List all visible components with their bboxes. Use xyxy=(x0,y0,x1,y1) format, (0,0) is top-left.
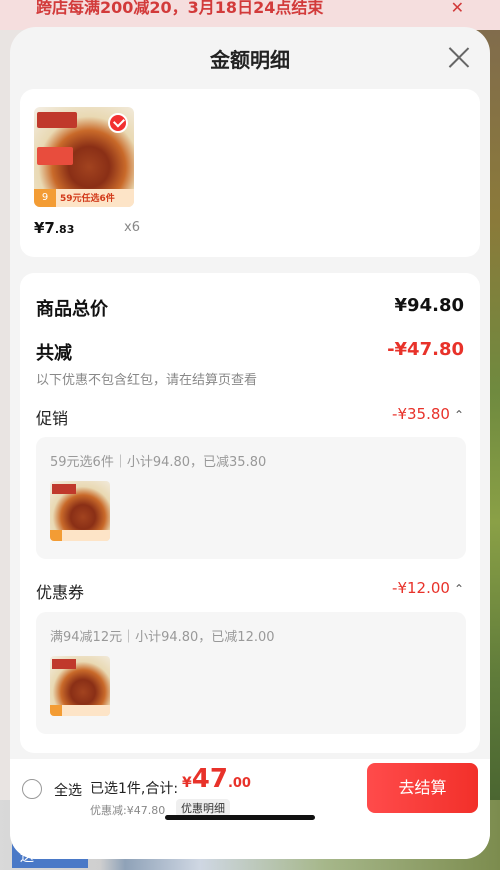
coupon-row[interactable]: 优惠券 -¥12.00 ⌃ xyxy=(36,579,464,603)
promotion-value: -¥35.80 ⌃ xyxy=(392,405,464,423)
coupon-amount: -¥12.00 xyxy=(392,579,450,597)
checkout-button[interactable]: 去结算 xyxy=(367,763,478,813)
product-thumbnail[interactable]: 9 59元任选6件 xyxy=(34,107,134,207)
thumb-strip xyxy=(50,705,110,716)
thumb-promo-strip: 9 59元任选6件 xyxy=(34,189,134,207)
total-price-value: ¥94.80 xyxy=(394,295,464,316)
coupon-label: 优惠券 xyxy=(36,583,85,602)
coupon-detail-box: 满94减12元｜小计94.80，已减12.00 xyxy=(36,612,466,734)
thumb-tag xyxy=(52,484,76,494)
thumb-badge xyxy=(50,705,62,716)
total-currency: ¥ xyxy=(182,775,192,791)
promo-banner: 跨店每满200减20，3月18日24点结束 ✕ xyxy=(0,0,500,30)
amount-detail-sheet: 金额明细 9 59元任选6件 ¥7.83 x6 商品总价 ¥94.80 共减 -… xyxy=(10,27,490,859)
banner-close-icon: ✕ xyxy=(450,0,464,17)
sheet-header: 金额明细 xyxy=(10,27,490,87)
coupon-product-thumbnail xyxy=(50,656,110,716)
close-icon[interactable] xyxy=(448,46,470,68)
product-quantity: x6 xyxy=(124,220,140,235)
selected-count: 已选1件,合计: xyxy=(90,781,179,797)
promotion-product-thumbnail xyxy=(50,481,110,541)
select-all-label[interactable]: 全选 xyxy=(54,780,82,800)
thumb-tag xyxy=(37,147,73,165)
promotion-row[interactable]: 促销 -¥35.80 ⌃ xyxy=(36,405,464,429)
reduction-value: -¥47.80 xyxy=(387,339,464,360)
selected-check-icon xyxy=(108,113,128,133)
sheet-title: 金额明细 xyxy=(210,48,290,72)
promotion-label: 促销 xyxy=(36,409,69,428)
thumb-badge: 9 xyxy=(34,189,56,207)
coupon-detail-text: 满94减12元｜小计94.80，已减12.00 xyxy=(50,630,275,645)
promotion-detail-text: 59元选6件｜小计94.80，已减35.80 xyxy=(50,455,267,470)
thumb-strip xyxy=(50,530,110,541)
thumb-badge xyxy=(50,530,62,541)
reduction-row: 共减 -¥47.80 xyxy=(36,339,464,365)
thumb-promo: 59元任选6件 xyxy=(60,194,115,204)
reduction-note: 以下优惠不包含红包，请在结算页查看 xyxy=(36,373,258,388)
select-all-radio[interactable] xyxy=(22,779,42,799)
discount-summary: 优惠减:¥47.80 xyxy=(90,804,166,817)
product-card: 9 59元任选6件 ¥7.83 x6 xyxy=(20,89,480,257)
promo-banner-text: 跨店每满200减20，3月18日24点结束 xyxy=(36,0,324,17)
total-decimal: .00 xyxy=(227,776,251,791)
price-detail-card: 商品总价 ¥94.80 共减 -¥47.80 以下优惠不包含红包，请在结算页查看… xyxy=(20,273,480,753)
product-price: ¥7.83 xyxy=(34,219,74,237)
reduction-label: 共减 xyxy=(36,343,72,364)
thumb-tag xyxy=(52,659,76,669)
total-amount: ¥47.00 xyxy=(182,764,251,794)
total-price-label: 商品总价 xyxy=(36,299,108,320)
price-main: ¥7 xyxy=(34,219,55,237)
promotion-detail-box: 59元选6件｜小计94.80，已减35.80 xyxy=(36,437,466,559)
home-indicator xyxy=(165,815,315,820)
chevron-up-icon: ⌃ xyxy=(453,582,464,596)
price-decimal: .83 xyxy=(54,223,75,236)
total-integer: 47 xyxy=(191,764,228,794)
coupon-value: -¥12.00 ⌃ xyxy=(392,579,464,597)
total-price-row: 商品总价 ¥94.80 xyxy=(36,295,464,321)
thumb-tag xyxy=(37,112,77,128)
promotion-amount: -¥35.80 xyxy=(392,405,450,423)
chevron-up-icon: ⌃ xyxy=(453,408,464,422)
checkout-footer: 全选 已选1件,合计: ¥47.00 优惠减:¥47.80 优惠明细 去结算 xyxy=(10,759,490,859)
